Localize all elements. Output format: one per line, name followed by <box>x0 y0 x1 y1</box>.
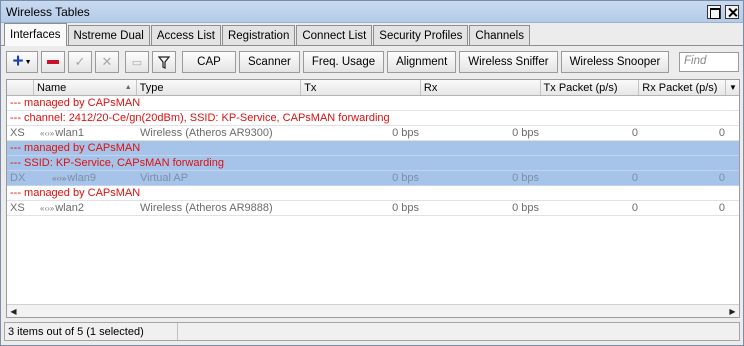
row-type: Wireless (Atheros AR9300) <box>140 127 273 139</box>
tab-interfaces[interactable]: Interfaces <box>4 23 67 46</box>
cap-button[interactable]: CAP <box>182 51 236 73</box>
close-button[interactable] <box>725 4 739 19</box>
row-rx-packet: 0 <box>718 127 725 139</box>
status-bar: 3 items out of 5 (1 selected) <box>4 322 740 341</box>
interfaces-table: Name ▲ Type Tx Rx Tx Packet (p/s) Rx Pac… <box>6 79 740 318</box>
scanner-button[interactable]: Scanner <box>239 51 300 73</box>
filter-button[interactable] <box>152 51 176 73</box>
status-text: 3 items out of 5 (1 selected) <box>8 325 144 338</box>
comment-row[interactable]: --- managed by CAPsMAN <box>7 141 739 156</box>
row-rx: 0 bps <box>512 127 539 139</box>
wireless-interface-icon: «‹›» <box>40 129 55 138</box>
wireless-tables-window: Wireless Tables Interfaces Nstreme Dual … <box>0 0 744 346</box>
row-rx-packet: 0 <box>718 172 725 184</box>
title-bar: Wireless Tables <box>1 1 743 23</box>
cross-icon: ✕ <box>101 54 113 69</box>
row-rx: 0 bps <box>512 202 539 214</box>
comment-row[interactable]: --- managed by CAPsMAN <box>7 96 739 111</box>
window-title: Wireless Tables <box>6 4 90 19</box>
column-header-rx[interactable]: Rx <box>421 80 541 95</box>
row-name: «‹›»wlan1 <box>34 127 137 139</box>
column-header-type[interactable]: Type <box>137 80 302 95</box>
row-comment: --- channel: 2412/20-Ce/gn(20dBm), SSID:… <box>10 112 390 124</box>
maximize-button[interactable] <box>707 4 721 19</box>
disable-button[interactable]: ✕ <box>95 51 119 73</box>
table-row[interactable]: XS «‹›»wlan1 Wireless (Atheros AR9300) 0 bp… <box>7 126 739 141</box>
tab-connect-list[interactable]: Connect List <box>296 25 373 45</box>
column-header-tx[interactable]: Tx <box>301 80 421 95</box>
table-row[interactable]: XS «‹›»wlan2 Wireless (Atheros AR9888) 0 bp… <box>7 201 739 216</box>
remove-button[interactable] <box>41 51 65 73</box>
comment-button[interactable]: ▭ <box>125 51 149 73</box>
row-tx: 0 bps <box>392 202 419 214</box>
column-header-flags[interactable] <box>7 80 34 95</box>
table-body: --- managed by CAPsMAN --- channel: 2412/… <box>7 96 739 216</box>
row-flags: XS <box>10 202 25 214</box>
sort-ascending-icon: ▲ <box>124 84 132 91</box>
scroll-left-icon[interactable]: ◀ <box>7 307 20 316</box>
tab-channels[interactable]: Channels <box>469 25 530 45</box>
tab-nstreme-dual[interactable]: Nstreme Dual <box>67 25 150 45</box>
row-name-text: wlan9 <box>67 172 96 184</box>
row-comment: --- managed by CAPsMAN <box>10 142 141 154</box>
column-header-rx-packet[interactable]: Rx Packet (p/s) <box>639 80 727 95</box>
column-chooser-button[interactable]: ▼ <box>726 80 739 95</box>
row-rx: 0 bps <box>512 172 539 184</box>
toolbar: + ▼ ✓ ✕ ▭ CAP Scanner Freq. Usage Alignm… <box>1 46 743 78</box>
row-name-text: wlan1 <box>55 127 84 139</box>
note-icon: ▭ <box>131 56 143 69</box>
table-header: Name ▲ Type Tx Rx Tx Packet (p/s) Rx Pac… <box>7 80 739 96</box>
row-type: Virtual AP <box>140 172 189 184</box>
row-tx-packet: 0 <box>631 202 638 214</box>
scroll-right-icon[interactable]: ▶ <box>726 307 739 316</box>
find-input[interactable]: Find <box>679 52 739 72</box>
wireless-interface-icon: «‹›» <box>52 174 67 183</box>
row-type: Wireless (Atheros AR9888) <box>140 202 273 214</box>
tab-bar: Interfaces Nstreme Dual Access List Regi… <box>1 23 743 46</box>
row-flags: XS <box>10 127 25 139</box>
row-comment: --- SSID: KP-Service, CAPsMAN forwarding <box>10 157 224 169</box>
tab-security-profiles[interactable]: Security Profiles <box>373 25 469 45</box>
comment-row[interactable]: --- managed by CAPsMAN <box>7 186 739 201</box>
row-comment: --- managed by CAPsMAN <box>10 97 141 109</box>
wireless-interface-icon: «‹›» <box>40 204 55 213</box>
filter-icon <box>158 55 170 69</box>
row-tx-packet: 0 <box>631 172 638 184</box>
plus-icon: + <box>12 51 24 72</box>
row-flags: DX <box>10 172 26 184</box>
status-divider <box>177 323 178 340</box>
alignment-button[interactable]: Alignment <box>387 51 457 73</box>
tab-registration[interactable]: Registration <box>221 25 296 45</box>
dropdown-caret-icon: ▼ <box>24 58 32 66</box>
chevron-down-icon: ▼ <box>729 83 737 92</box>
row-name: «‹›»wlan2 <box>34 202 137 214</box>
add-button[interactable]: + ▼ <box>6 51 38 73</box>
check-icon: ✓ <box>74 54 86 69</box>
column-header-name[interactable]: Name ▲ <box>34 80 137 95</box>
row-rx-packet: 0 <box>718 202 725 214</box>
row-name: «‹›»wlan9 <box>34 172 137 184</box>
row-tx: 0 bps <box>392 172 419 184</box>
row-name-text: wlan2 <box>55 202 84 214</box>
row-tx: 0 bps <box>392 127 419 139</box>
enable-button[interactable]: ✓ <box>68 51 92 73</box>
table-row[interactable]: DX «‹›»wlan9 Virtual AP 0 bps 0 bps 0 0 <box>7 171 739 186</box>
row-tx-packet: 0 <box>631 127 638 139</box>
horizontal-scrollbar[interactable]: ◀ ▶ <box>7 304 739 317</box>
tab-access-list[interactable]: Access List <box>150 25 221 45</box>
wireless-snooper-button[interactable]: Wireless Snooper <box>560 51 670 73</box>
column-header-tx-packet[interactable]: Tx Packet (p/s) <box>541 80 640 95</box>
wireless-sniffer-button[interactable]: Wireless Sniffer <box>459 51 558 73</box>
freq-usage-button[interactable]: Freq. Usage <box>302 51 385 73</box>
minus-icon <box>47 60 59 64</box>
row-comment: --- managed by CAPsMAN <box>10 187 141 199</box>
comment-row[interactable]: --- channel: 2412/20-Ce/gn(20dBm), SSID:… <box>7 111 739 126</box>
comment-row[interactable]: --- SSID: KP-Service, CAPsMAN forwarding <box>7 156 739 171</box>
